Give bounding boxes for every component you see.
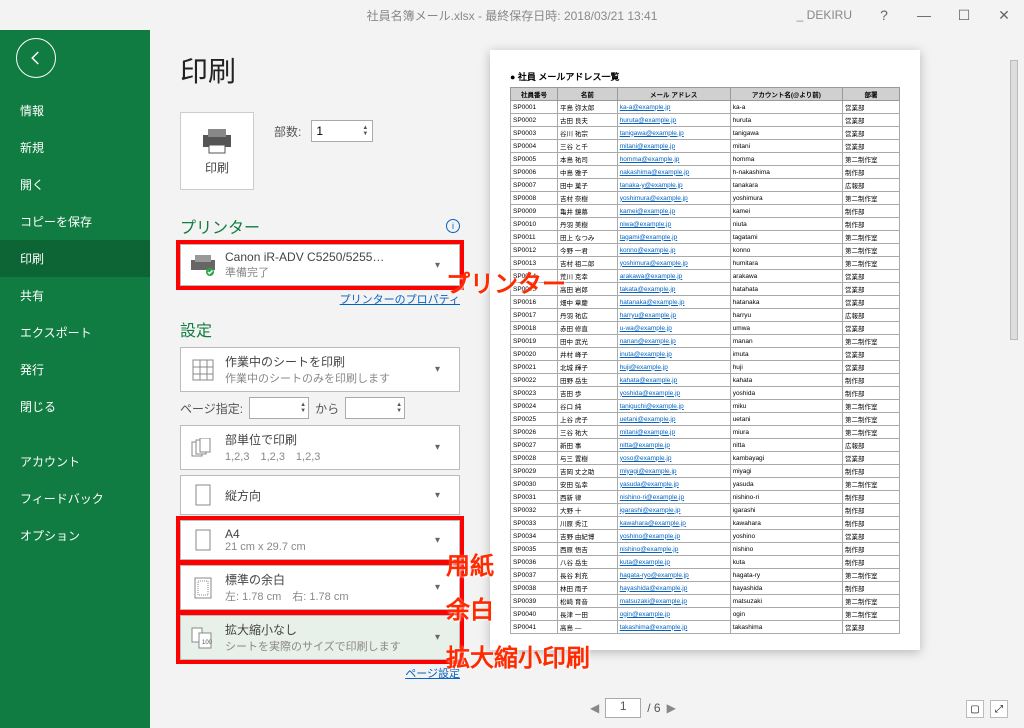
nav-share[interactable]: 共有 (0, 277, 150, 314)
nav-new[interactable]: 新規 (0, 129, 150, 166)
page-from-label: ページ指定: (180, 400, 243, 417)
paper-size-dropdown[interactable]: A421 cm x 29.7 cm ▾ (180, 520, 460, 560)
printer-properties-link[interactable]: プリンターのプロパティ (180, 291, 460, 307)
settings-section-label: 設定 (180, 317, 460, 341)
margins-dropdown[interactable]: 標準の余白左: 1.78 cm 右: 1.78 cm ▾ (180, 565, 460, 610)
window-title: 社員名簿メール.xlsx - 最終保存日時: 2018/03/21 13:41 (367, 7, 658, 24)
page-navigator: ◀ 1 / 6 ▶ (590, 698, 676, 718)
page-to-input[interactable]: ▲▼ (345, 397, 405, 419)
info-icon[interactable]: i (446, 219, 460, 233)
print-button[interactable]: 印刷 (180, 112, 254, 190)
paper-icon (189, 526, 217, 554)
svg-text:100: 100 (202, 640, 213, 646)
minimize-button[interactable]: — (904, 0, 944, 30)
nav-close[interactable]: 閉じる (0, 388, 150, 425)
print-button-label: 印刷 (205, 159, 229, 176)
page-setup-link[interactable]: ページ設定 (180, 665, 460, 681)
printer-section-label: プリンター i (180, 214, 460, 238)
nav-export[interactable]: エクスポート (0, 314, 150, 351)
printer-device-icon (189, 251, 217, 279)
scaling-dropdown[interactable]: 100 拡大縮小なしシートを実際のサイズで印刷します ▾ (180, 615, 460, 660)
print-panel: 印刷 印刷 部数: 1 ▲▼ プリンター i (150, 30, 1024, 728)
nav-publish[interactable]: 発行 (0, 351, 150, 388)
copies-label: 部数: (274, 123, 301, 140)
page-from-input[interactable]: ▲▼ (249, 397, 309, 419)
page-to-label: から (315, 400, 339, 417)
preview-table: 社員番号名前メール アドレスアカウント名(@より前)部署SP0001平島 弥太郎… (510, 87, 900, 634)
zoom-to-page-button[interactable]: ⤢ (990, 700, 1008, 718)
vertical-scrollbar[interactable] (1010, 60, 1018, 340)
collate-dropdown[interactable]: 部単位で印刷1,2,3 1,2,3 1,2,3 ▾ (180, 425, 460, 470)
preview-doc-title: ● 社員 メールアドレス一覧 (510, 70, 900, 83)
printer-dropdown[interactable]: Canon iR-ADV C5250/5255… 準備完了 ▾ (180, 244, 460, 286)
printer-icon (200, 127, 234, 155)
portrait-icon (189, 481, 217, 509)
nav-info[interactable]: 情報 (0, 92, 150, 129)
titlebar: 社員名簿メール.xlsx - 最終保存日時: 2018/03/21 13:41 … (0, 0, 1024, 30)
prev-page-button[interactable]: ◀ (590, 701, 599, 715)
scaling-icon: 100 (189, 624, 217, 652)
page-total: / 6 (647, 701, 660, 715)
nav-feedback[interactable]: フィードバック (0, 480, 150, 517)
next-page-button[interactable]: ▶ (667, 701, 676, 715)
show-margins-button[interactable]: ▢ (966, 700, 984, 718)
chevron-down-icon: ▾ (435, 260, 451, 271)
page-title: 印刷 (180, 50, 460, 90)
backstage-sidebar: 情報 新規 開く コピーを保存 印刷 共有 エクスポート 発行 閉じる アカウン… (0, 30, 150, 728)
current-page-input[interactable]: 1 (605, 698, 641, 718)
nav-save-copy[interactable]: コピーを保存 (0, 203, 150, 240)
margins-icon (189, 574, 217, 602)
close-button[interactable]: ✕ (984, 0, 1024, 30)
maximize-button[interactable]: ☐ (944, 0, 984, 30)
copies-input[interactable]: 1 ▲▼ (311, 120, 373, 142)
user-name[interactable]: _ DEKIRU (797, 8, 852, 22)
nav-account[interactable]: アカウント (0, 443, 150, 480)
orientation-dropdown[interactable]: 縦方向 ▾ (180, 475, 460, 515)
print-what-dropdown[interactable]: 作業中のシートを印刷作業中のシートのみを印刷します ▾ (180, 347, 460, 392)
back-button[interactable] (16, 38, 56, 78)
print-preview: ● 社員 メールアドレス一覧 社員番号名前メール アドレスアカウント名(@より前… (490, 50, 920, 650)
nav-print[interactable]: 印刷 (0, 240, 150, 277)
sheet-icon (189, 356, 217, 384)
nav-options[interactable]: オプション (0, 517, 150, 554)
collate-icon (189, 434, 217, 462)
help-button[interactable]: ? (864, 0, 904, 30)
nav-open[interactable]: 開く (0, 166, 150, 203)
